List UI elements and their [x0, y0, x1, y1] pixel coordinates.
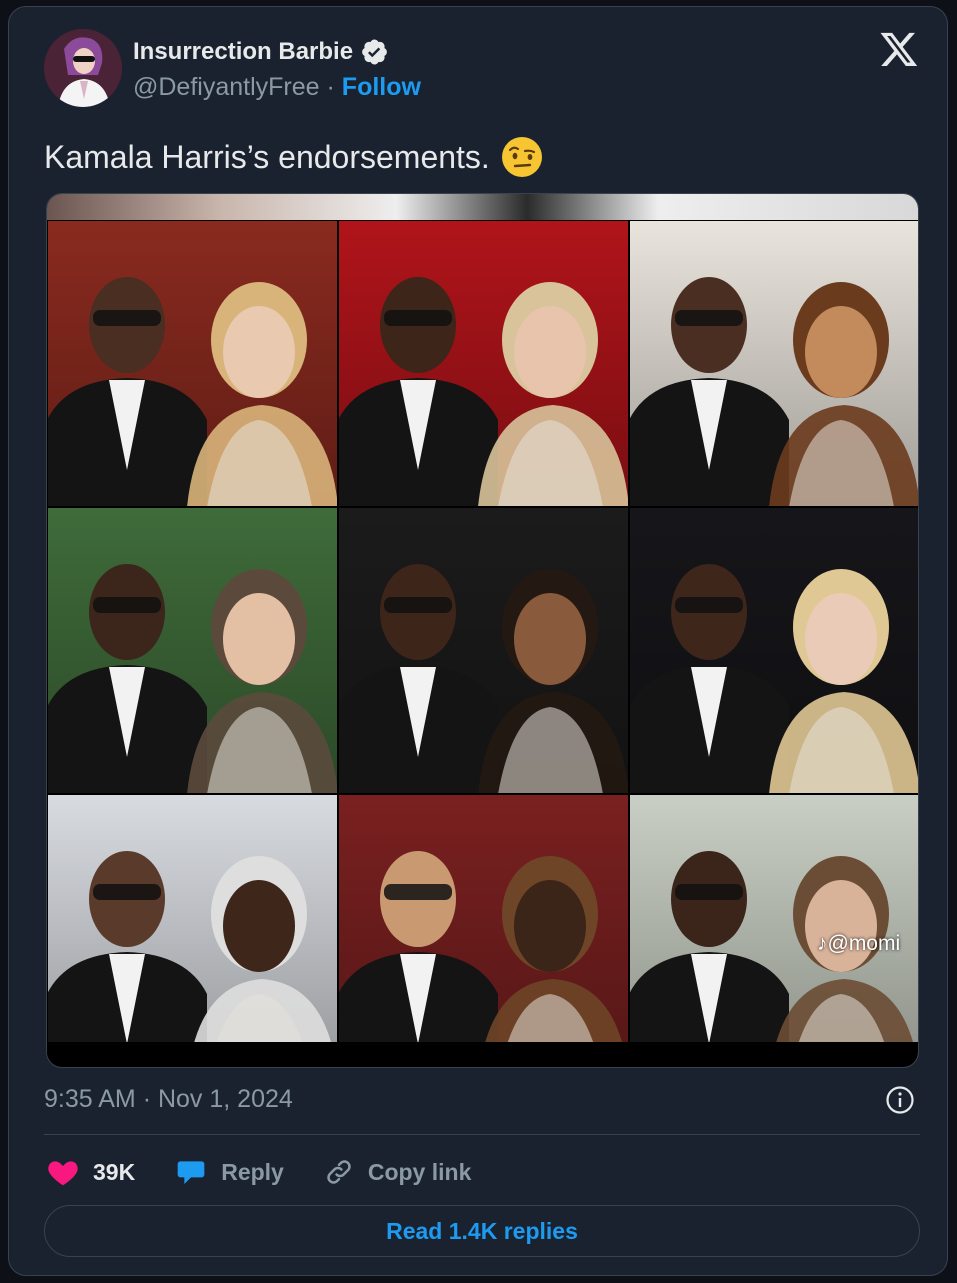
reply-label: Reply	[221, 1158, 284, 1185]
link-icon	[327, 1160, 351, 1184]
reply-bubble-icon	[177, 1161, 205, 1184]
tweet-body: Kamala Harris’s endorsements.	[44, 138, 490, 175]
tweet-time: 9:35 AM	[44, 1085, 136, 1113]
author-avatar[interactable]	[44, 29, 122, 107]
action-bar: 39K Reply Copy link	[47, 1152, 511, 1192]
copy-link-label: Copy link	[367, 1158, 472, 1185]
tweet-card: Insurrection Barbie @DefiyantlyFree · Fo…	[8, 6, 948, 1276]
timestamp-separator: ·	[142, 1085, 152, 1113]
divider	[44, 1134, 920, 1135]
info-icon[interactable]	[885, 1085, 915, 1115]
handle-separator: ·	[326, 73, 335, 101]
face-with-raised-eyebrow-icon	[500, 135, 544, 179]
verified-badge-icon	[359, 37, 389, 67]
photo-tile-5	[338, 507, 629, 794]
watermark-text: @momi	[827, 932, 901, 955]
photo-tile-6	[629, 507, 918, 794]
photo-tile-8	[338, 794, 629, 1067]
reply-button[interactable]: Reply	[175, 1156, 284, 1188]
tweet-text: Kamala Harris’s endorsements.	[44, 135, 544, 179]
tiktok-watermark: ♪@momi	[817, 932, 900, 956]
tweet-media-image[interactable]: ♪@momi	[46, 193, 919, 1068]
media-bottom-bar	[47, 1042, 918, 1067]
photo-tile-9	[629, 794, 918, 1067]
author-handle[interactable]: @DefiyantlyFree	[133, 73, 320, 101]
photo-tile-1	[47, 220, 338, 507]
media-top-strip	[47, 194, 918, 220]
like-count: 39K	[93, 1158, 136, 1185]
follow-button[interactable]: Follow	[342, 73, 421, 101]
author-name-row[interactable]: Insurrection Barbie	[133, 37, 389, 67]
like-button[interactable]: 39K	[47, 1157, 135, 1187]
tweet-timestamp[interactable]: 9:35 AM · Nov 1, 2024	[44, 1085, 293, 1114]
copy-link-button[interactable]: Copy link	[324, 1157, 472, 1187]
tiktok-icon: ♪	[817, 932, 828, 955]
x-logo-icon[interactable]	[879, 29, 919, 69]
photo-tile-2	[338, 220, 629, 507]
photo-tile-7	[47, 794, 338, 1067]
photo-tile-3	[629, 220, 918, 507]
heart-icon	[48, 1161, 78, 1186]
read-replies-label: Read 1.4K replies	[386, 1217, 578, 1244]
author-handle-row: @DefiyantlyFree · Follow	[133, 73, 421, 102]
tweet-date: Nov 1, 2024	[157, 1085, 293, 1113]
photo-tile-4	[47, 507, 338, 794]
read-replies-button[interactable]: Read 1.4K replies	[44, 1205, 920, 1257]
author-display-name[interactable]: Insurrection Barbie	[133, 38, 353, 66]
